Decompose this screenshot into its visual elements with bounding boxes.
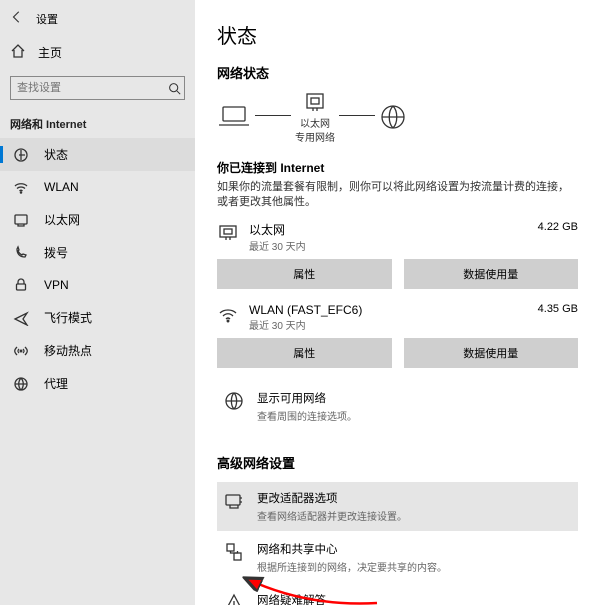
connection-wifi-icon [217,303,239,325]
row-title: 更改适配器选项 [257,490,407,506]
properties-button[interactable]: 属性 [217,338,392,368]
home-icon [10,43,26,62]
proxy-icon [12,376,30,392]
advanced-settings-heading: 高级网络设置 [217,453,578,472]
connection-name: WLAN (FAST_EFC6) [249,303,528,317]
airplane-icon [12,310,30,326]
search-box[interactable] [10,76,185,100]
adapter-icon [223,490,245,511]
sidebar-item-label: VPN [44,278,69,292]
connection-ethernet-icon [217,221,239,243]
wifi-icon [12,179,30,195]
ethernet-device-icon [304,92,326,117]
sidebar-item-wlan[interactable]: WLAN [0,171,195,203]
row-title: 网络疑难解答 [257,592,357,605]
network-status-heading: 网络状态 [217,63,578,82]
row-sub: 查看网络适配器并更改连接设置。 [257,508,407,523]
ethernet-icon [12,212,30,228]
warning-icon [223,592,245,605]
sidebar-item-label: 以太网 [44,211,80,228]
sidebar-item-vpn[interactable]: VPN [0,269,195,301]
sidebar-item-label: WLAN [44,180,79,194]
properties-button[interactable]: 属性 [217,259,392,289]
status-icon [12,147,30,163]
sidebar-item-airplane[interactable]: 飞行模式 [0,301,195,334]
diagram-label-1: 以太网 [300,119,330,131]
search-icon[interactable] [165,82,184,95]
sidebar-heading: 网络和 Internet [0,106,195,138]
sidebar-item-label: 移动热点 [44,342,92,359]
troubleshoot-row[interactable]: 网络疑难解答 诊断并解决网络问题。 [217,584,578,605]
globe-small-icon [223,390,245,411]
back-icon[interactable] [10,10,24,27]
sharing-icon [223,541,245,562]
connection-usage: 4.22 GB [538,221,578,233]
home-label: 主页 [38,44,62,61]
diagram-label-2: 专用网络 [295,133,335,145]
hotspot-icon [12,343,30,359]
connection-meta: 最近 30 天内 [249,238,528,253]
sidebar-item-ethernet[interactable]: 以太网 [0,203,195,236]
show-networks-row[interactable]: 显示可用网络 查看周围的连接选项。 [217,382,578,431]
adapter-options-row[interactable]: 更改适配器选项 查看网络适配器并更改连接设置。 [217,482,578,531]
settings-sidebar: 设置 主页 网络和 Internet 状态 WLAN [0,0,195,605]
settings-title: 设置 [36,11,58,27]
search-input[interactable] [11,80,165,96]
sidebar-item-label: 拨号 [44,244,68,261]
data-usage-button[interactable]: 数据使用量 [404,338,579,368]
dialup-icon [12,245,30,261]
sidebar-item-dialup[interactable]: 拨号 [0,236,195,269]
laptop-icon [217,104,251,133]
vpn-icon [12,277,30,293]
globe-icon [379,103,407,134]
sidebar-item-label: 飞行模式 [44,309,92,326]
sidebar-item-proxy[interactable]: 代理 [0,367,195,400]
page-title: 状态 [217,20,578,49]
sharing-center-row[interactable]: 网络和共享中心 根据所连接到的网络，决定要共享的内容。 [217,533,578,582]
sidebar-item-hotspot[interactable]: 移动热点 [0,334,195,367]
sidebar-item-status[interactable]: 状态 [0,138,195,171]
connected-title: 你已连接到 Internet [217,159,578,176]
row-sub: 根据所连接到的网络，决定要共享的内容。 [257,559,447,574]
data-usage-button[interactable]: 数据使用量 [404,259,579,289]
connection-wlan: WLAN (FAST_EFC6) 最近 30 天内 4.35 GB 属性 数据使… [217,303,578,368]
network-diagram: 以太网 专用网络 [217,92,578,145]
show-networks-sub: 查看周围的连接选项。 [257,408,357,423]
connection-usage: 4.35 GB [538,303,578,315]
connected-body: 如果你的流量套餐有限制，则你可以将此网络设置为按流量计费的连接，或者更改其他属性… [217,180,578,211]
connection-ethernet: 以太网 最近 30 天内 4.22 GB 属性 数据使用量 [217,221,578,289]
connection-name: 以太网 [249,221,528,238]
connection-meta: 最近 30 天内 [249,317,528,332]
row-title: 网络和共享中心 [257,541,447,557]
main-content: 状态 网络状态 以太网 专用网络 你已连接到 Internet 如果你的流量套餐… [195,0,600,605]
home-button[interactable]: 主页 [0,35,195,70]
sidebar-item-label: 代理 [44,375,68,392]
sidebar-item-label: 状态 [44,146,68,163]
show-networks-title: 显示可用网络 [257,390,357,406]
